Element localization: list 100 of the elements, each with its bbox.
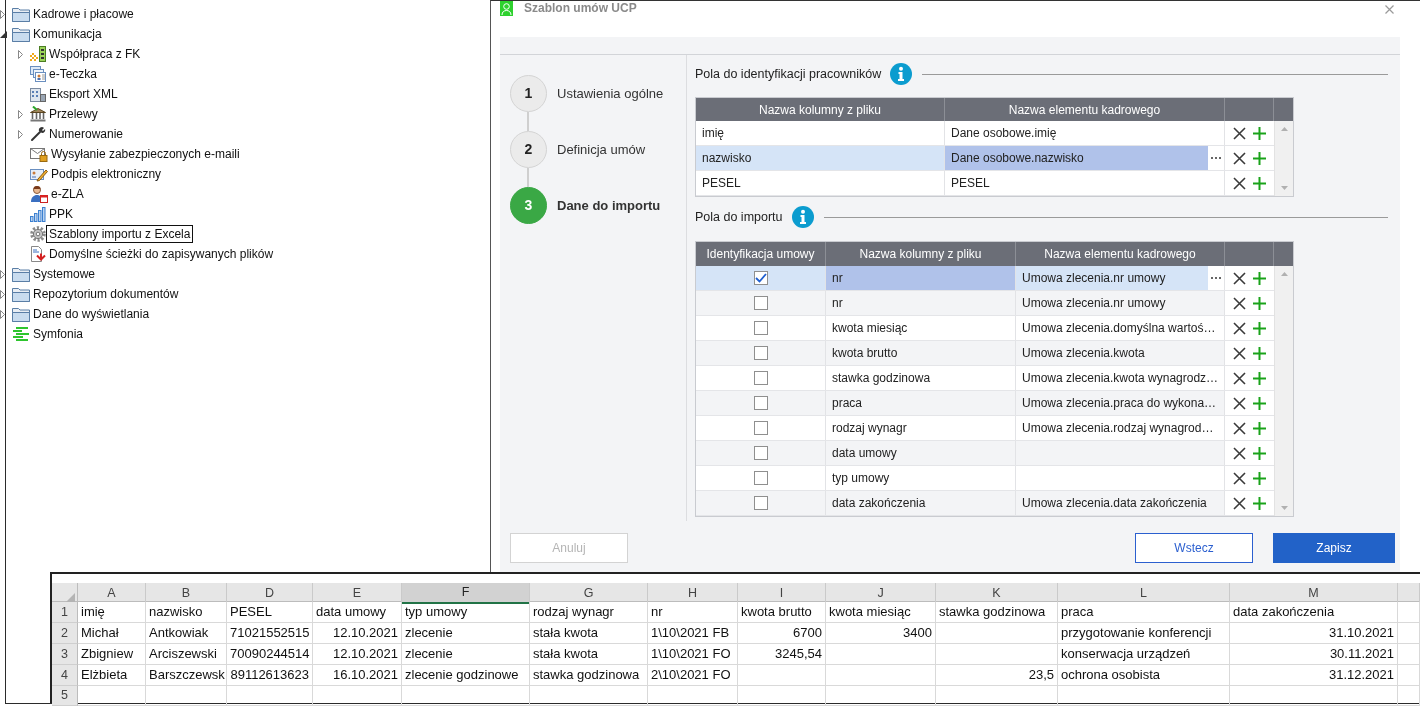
cross-icon[interactable]: [1232, 126, 1246, 140]
cross-icon[interactable]: [1232, 471, 1246, 485]
checkbox[interactable]: [753, 421, 768, 435]
plus-icon[interactable]: [1253, 421, 1267, 435]
table-row[interactable]: typ umowy: [696, 466, 1274, 491]
table-row[interactable]: rodzaj wynagr Umowa zlecenia.rodzaj wynagrod…: [696, 416, 1274, 441]
cross-icon[interactable]: [1232, 421, 1246, 435]
tree-item[interactable]: Szablony importu z Excela: [46, 225, 194, 243]
column-header[interactable]: J: [826, 583, 936, 604]
column-header[interactable]: M: [1230, 583, 1398, 604]
cross-icon[interactable]: [1232, 151, 1246, 165]
expander-icon[interactable]: [0, 30, 7, 38]
row-number[interactable]: 1: [52, 602, 78, 623]
table-row[interactable]: nazwisko Dane osobowe.nazwisko: [696, 146, 1274, 171]
table-row[interactable]: PESEL PESEL: [696, 171, 1274, 196]
tree-item[interactable]: e-ZLA: [48, 185, 87, 203]
tree-item[interactable]: Kadrowe i płacowe: [30, 5, 137, 23]
tree-item[interactable]: Wysyłanie zabezpieczonych e-maili: [48, 145, 243, 163]
cross-icon[interactable]: [1232, 321, 1246, 335]
cross-icon[interactable]: [1232, 396, 1246, 410]
plus-icon[interactable]: [1253, 346, 1267, 360]
checkbox[interactable]: [753, 371, 768, 385]
step-number[interactable]: 2: [510, 131, 547, 168]
table-row[interactable]: imię Dane osobowe.imię: [696, 121, 1274, 146]
scrollbar[interactable]: [1274, 266, 1293, 516]
row-number[interactable]: 5: [52, 686, 78, 706]
cross-icon[interactable]: [1232, 496, 1246, 510]
plus-icon[interactable]: [1253, 496, 1267, 510]
plus-icon[interactable]: [1253, 321, 1267, 335]
row-number[interactable]: 2: [52, 623, 78, 644]
row-number[interactable]: 4: [52, 665, 78, 686]
tree-item[interactable]: Systemowe: [30, 265, 99, 283]
down-arrow-icon[interactable]: [1280, 186, 1288, 190]
tree-item[interactable]: e-Teczka: [46, 65, 101, 83]
plus-icon[interactable]: [1253, 446, 1267, 460]
plus-icon[interactable]: [1253, 396, 1267, 410]
tree-item[interactable]: Domyślne ścieżki do zapisywanych plików: [46, 245, 277, 263]
step-label[interactable]: Ustawienia ogólne: [557, 83, 664, 104]
cross-icon[interactable]: [1232, 176, 1246, 190]
down-arrow-icon[interactable]: [1280, 506, 1288, 510]
column-header[interactable]: I: [738, 583, 826, 604]
step-label[interactable]: Dane do importu: [557, 195, 661, 216]
tree-item[interactable]: Dane do wyświetlania: [30, 305, 153, 323]
up-arrow-icon[interactable]: [1280, 127, 1288, 131]
plus-icon[interactable]: [1253, 151, 1267, 165]
row-number[interactable]: 3: [52, 644, 78, 665]
table-row[interactable]: data zakończenia Umowa zlecenia.data zakończenia: [696, 491, 1274, 516]
close-icon[interactable]: [1385, 5, 1394, 14]
info-icon[interactable]: [791, 206, 814, 228]
tree-item[interactable]: Współpraca z FK: [46, 45, 144, 63]
plus-icon[interactable]: [1253, 296, 1267, 310]
tree-item[interactable]: Przelewy: [46, 105, 101, 123]
info-icon[interactable]: [890, 63, 913, 85]
column-header[interactable]: L: [1058, 583, 1230, 604]
column-header[interactable]: D: [227, 583, 313, 604]
dialog-button[interactable]: Wstecz: [1135, 533, 1253, 563]
checkbox[interactable]: [753, 396, 768, 410]
more-button[interactable]: [1208, 266, 1224, 290]
table-row[interactable]: nr Umowa zlecenia.nr umowy: [696, 291, 1274, 316]
tree-item[interactable]: Symfonia: [30, 325, 87, 343]
table-row[interactable]: stawka godzinowa Umowa zlecenia.kwota wynagrodz…: [696, 366, 1274, 391]
table-row[interactable]: kwota brutto Umowa zlecenia.kwota: [696, 341, 1274, 366]
tree-item[interactable]: Repozytorium dokumentów: [30, 285, 182, 303]
table-row[interactable]: praca Umowa zlecenia.praca do wykona…: [696, 391, 1274, 416]
checkbox[interactable]: [753, 446, 768, 460]
plus-icon[interactable]: [1253, 176, 1267, 190]
scrollbar[interactable]: [1274, 121, 1293, 196]
column-header[interactable]: B: [146, 583, 227, 604]
checkbox[interactable]: [753, 296, 768, 310]
cross-icon[interactable]: [1232, 271, 1246, 285]
plus-icon[interactable]: [1253, 126, 1267, 140]
cross-icon[interactable]: [1232, 296, 1246, 310]
step-label[interactable]: Definicja umów: [557, 139, 646, 160]
checkbox[interactable]: [753, 471, 768, 485]
tree-item[interactable]: Komunikacja: [30, 25, 105, 43]
plus-icon[interactable]: [1253, 271, 1267, 285]
tree-item[interactable]: Numerowanie: [46, 125, 127, 143]
up-arrow-icon[interactable]: [1280, 272, 1288, 276]
plus-icon[interactable]: [1253, 371, 1267, 385]
tree-item[interactable]: Eksport XML: [46, 85, 121, 103]
table-row[interactable]: nr Umowa zlecenia.nr umowy: [696, 266, 1274, 291]
tree-item[interactable]: PPK: [46, 205, 76, 223]
column-header[interactable]: F: [402, 583, 530, 604]
tree-item[interactable]: Podpis elektroniczny: [48, 165, 165, 183]
checkbox[interactable]: [753, 321, 768, 335]
more-button[interactable]: [1208, 146, 1224, 170]
cross-icon[interactable]: [1232, 446, 1246, 460]
plus-icon[interactable]: [1253, 471, 1267, 485]
dialog-button[interactable]: Zapisz: [1273, 533, 1395, 563]
table-row[interactable]: kwota miesiąc Umowa zlecenia.domyślna wartoś…: [696, 316, 1274, 341]
table-row[interactable]: data umowy: [696, 441, 1274, 466]
cross-icon[interactable]: [1232, 371, 1246, 385]
checkbox[interactable]: [753, 496, 768, 510]
checkbox[interactable]: [753, 271, 768, 285]
cross-icon[interactable]: [1232, 346, 1246, 360]
step-number[interactable]: 1: [510, 75, 547, 112]
column-header[interactable]: H: [648, 583, 738, 604]
checkbox[interactable]: [753, 346, 768, 360]
column-header[interactable]: A: [78, 583, 146, 604]
column-header[interactable]: K: [936, 583, 1058, 604]
